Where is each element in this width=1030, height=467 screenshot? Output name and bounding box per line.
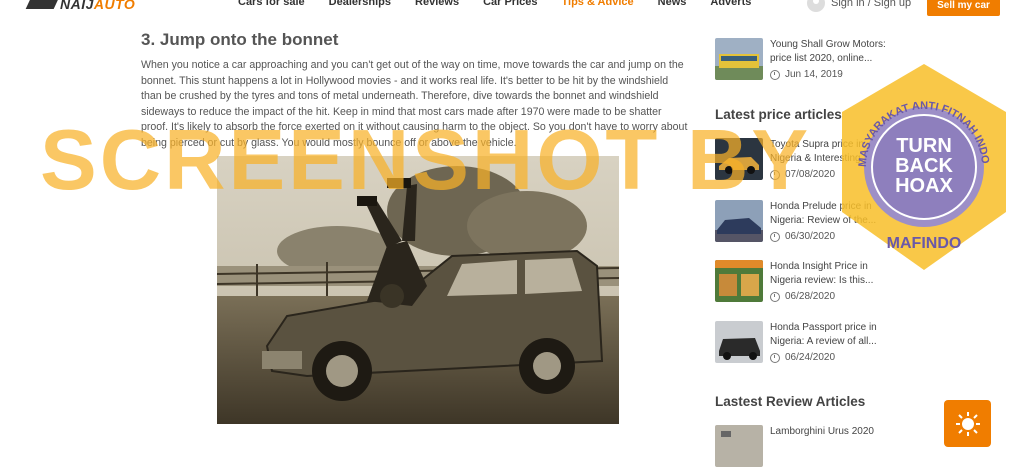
stamp-word-hoax: HOAX (895, 175, 953, 197)
sidebar-article-title: Young Shall Grow Motors: price list 2020… (770, 39, 886, 64)
sidebar-article-supra[interactable]: Toyota Supra price in Nigeria & Interest… (715, 138, 888, 180)
stamp-word-turn: TURN (896, 135, 952, 157)
clock-icon (770, 169, 780, 180)
top-navbar: NAIJAUTO Cars for sale Dealerships Revie… (0, 0, 1030, 16)
latest-price-heading: Latest price articles (715, 107, 842, 122)
stamp-bottom-text: MAFINDO (887, 235, 962, 252)
nav-tips-advice[interactable]: Tips & Advice (562, 0, 634, 8)
nav-news[interactable]: News (658, 0, 687, 8)
clock-icon (770, 352, 780, 363)
supra-thumbnail (715, 138, 763, 180)
stamp-word-back: BACK (895, 155, 953, 177)
prelude-thumbnail (715, 200, 763, 242)
nav-car-prices[interactable]: Car Prices (483, 0, 537, 8)
nav-dealerships[interactable]: Dealerships (329, 0, 391, 8)
logo-mark-icon (25, 0, 59, 9)
sidebar-article-insight[interactable]: Honda Insight Price in Nigeria review: I… (715, 260, 888, 302)
sidebar-article-top[interactable]: Young Shall Grow Motors: price list 2020… (715, 38, 888, 80)
man-jumping-onto-car-photo (217, 156, 619, 424)
sidebar-article-date: 07/08/2020 (785, 169, 836, 180)
clock-icon (770, 69, 780, 80)
site-logo[interactable]: NAIJAUTO (25, 0, 136, 14)
nav-cars-for-sale[interactable]: Cars for sale (238, 0, 305, 8)
clock-icon (770, 291, 780, 302)
sidebar-article-date: 06/30/2020 (785, 231, 836, 242)
article-section: 3. Jump onto the bonnet When you notice … (141, 30, 691, 152)
sidebar-article-date: 06/28/2020 (785, 291, 836, 302)
sidebar-article-prelude[interactable]: Honda Prelude price in Nigeria: Review o… (715, 200, 888, 242)
bus-thumbnail (715, 38, 763, 80)
insight-thumbnail (715, 260, 763, 302)
sidebar-article-title: Honda Passport price in Nigeria: A revie… (770, 322, 877, 347)
sidebar-article-title: Toyota Supra price in Nigeria & Interest… (770, 139, 869, 164)
signin-link[interactable]: Sign in / Sign up (807, 0, 911, 12)
sidebar-article-title: Honda Prelude price in Nigeria: Review o… (770, 201, 877, 226)
sidebar-review-urus[interactable]: Lamborghini Urus 2020 (715, 425, 888, 467)
latest-review-heading: Lastest Review Articles (715, 394, 866, 409)
signin-label: Sign in / Sign up (831, 0, 912, 9)
sidebar-review-title: Lamborghini Urus 2020 (770, 426, 874, 437)
sidebar-article-title: Honda Insight Price in Nigeria review: I… (770, 261, 874, 286)
logo-text: NAIJAUTO (60, 0, 136, 12)
article-paragraph: When you notice a car approaching and yo… (141, 59, 688, 149)
nav-reviews[interactable]: Reviews (415, 0, 459, 8)
sidebar-article-date: 06/24/2020 (785, 352, 836, 363)
main-nav: Cars for sale Dealerships Reviews Car Pr… (238, 0, 775, 8)
article-heading: 3. Jump onto the bonnet (141, 30, 339, 49)
urus-thumbnail (715, 425, 763, 467)
sidebar-article-passport[interactable]: Honda Passport price in Nigeria: A revie… (715, 321, 888, 363)
sidebar-article-date: Jun 14, 2019 (785, 69, 843, 80)
passport-thumbnail (715, 321, 763, 363)
sun-icon (955, 411, 980, 436)
user-icon (807, 0, 825, 12)
floating-action-button[interactable] (944, 400, 991, 447)
nav-adverts[interactable]: Adverts (710, 0, 751, 8)
article-photo (217, 156, 619, 424)
sell-my-car-button[interactable]: Sell my car (927, 0, 1000, 16)
clock-icon (770, 231, 780, 242)
